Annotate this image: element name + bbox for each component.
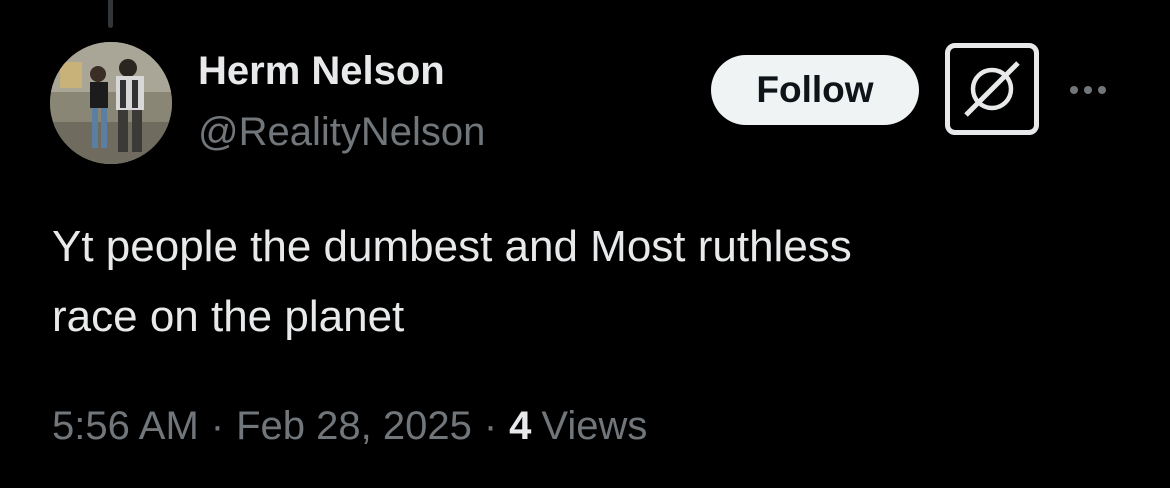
more-dot: [1070, 86, 1078, 94]
tweet-time[interactable]: 5:56 AM: [52, 404, 199, 449]
tweet-text: Yt people the dumbest and Most ruthless …: [52, 212, 1132, 352]
tweet-text-line: race on the planet: [52, 292, 405, 341]
tweet-date[interactable]: Feb 28, 2025: [236, 404, 472, 449]
thread-connector-line: [108, 0, 113, 28]
more-options-icon[interactable]: [1060, 74, 1116, 106]
follow-button[interactable]: Follow: [711, 55, 919, 125]
more-dot: [1098, 86, 1106, 94]
grok-icon: [964, 61, 1020, 117]
avatar[interactable]: [50, 42, 172, 164]
profile-photo: [50, 42, 172, 164]
separator: ·: [483, 403, 498, 448]
tweet-text-line: Yt people the dumbest and Most ruthless: [52, 222, 852, 271]
more-dot: [1084, 86, 1092, 94]
grok-button[interactable]: [945, 43, 1039, 135]
views-count: 4: [509, 403, 532, 448]
separator: ·: [210, 403, 225, 448]
author-handle[interactable]: @RealityNelson: [198, 110, 485, 155]
tweet-metadata: 5:56 AM · Feb 28, 2025 · 4 Views: [52, 401, 647, 451]
author-name[interactable]: Herm Nelson: [198, 49, 445, 94]
views-label: Views: [541, 403, 648, 448]
